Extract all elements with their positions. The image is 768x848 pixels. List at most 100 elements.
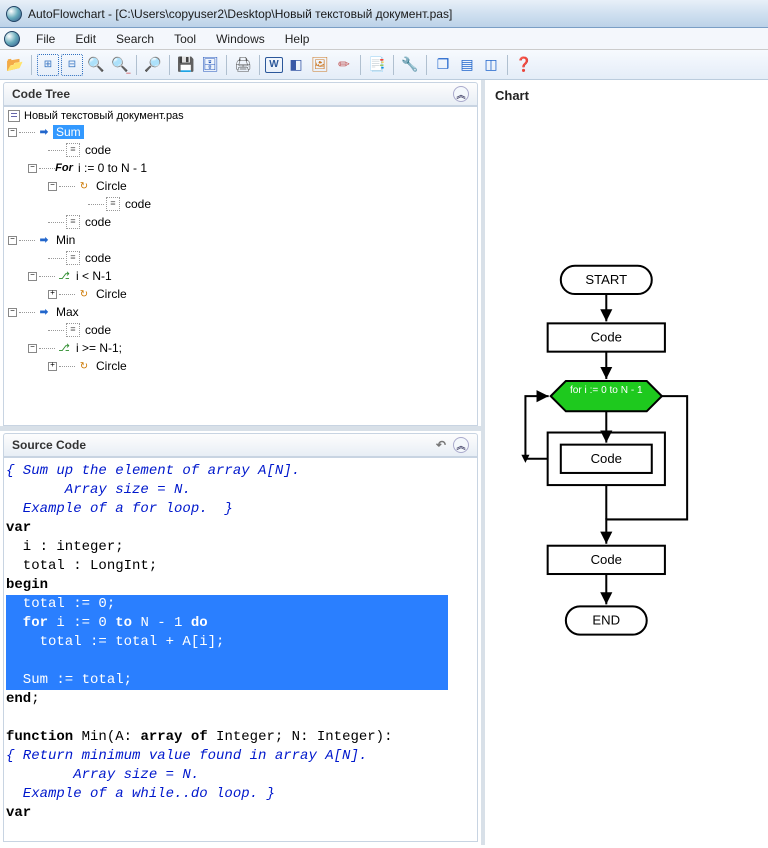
expander-icon[interactable]: + <box>48 290 57 299</box>
tree-node-for[interactable]: − For i := 0 to N - 1 <box>4 159 477 177</box>
chart-code3: Code <box>591 552 622 567</box>
open-button[interactable]: 📂 <box>4 54 26 76</box>
tree-label-ige: i >= N-1; <box>73 341 125 355</box>
src-line: Array size = N. <box>6 482 191 498</box>
expander-icon[interactable]: − <box>28 164 37 173</box>
layout-cascade-button[interactable]: ❐ <box>432 54 454 76</box>
tree-label-min: Min <box>53 233 78 247</box>
save-all-button[interactable]: 🗄 <box>199 54 221 76</box>
code-icon: ≡ <box>66 251 80 265</box>
expander-icon[interactable]: + <box>48 362 57 371</box>
main-area: Code Tree ︽ Новый текстовый документ.pas… <box>0 80 768 845</box>
menu-search[interactable]: Search <box>106 30 164 48</box>
code-tree[interactable]: Новый текстовый документ.pas − ➡ Sum ≡ c… <box>3 106 478 426</box>
menu-help[interactable]: Help <box>275 30 320 48</box>
selection-block: total := 0; for i := 0 to N - 1 do total… <box>6 595 448 690</box>
expander-icon[interactable]: − <box>8 308 17 317</box>
src-line: end <box>6 691 31 707</box>
export-svg-button[interactable]: ✏ <box>333 54 355 76</box>
tree-label-ilt: i < N-1 <box>73 269 115 283</box>
src-line: var <box>6 520 31 536</box>
menu-tool[interactable]: Tool <box>164 30 206 48</box>
tree-node-code3[interactable]: ≡ code <box>4 213 477 231</box>
tree-node-circle-max[interactable]: + ↻ Circle <box>4 357 477 375</box>
tree-label-max: Max <box>53 305 82 319</box>
src-line: { Return minimum value found in array A[… <box>6 748 367 764</box>
tree-node-code2[interactable]: ≡ code <box>4 195 477 213</box>
loop-icon: ↻ <box>77 179 91 193</box>
expander-icon[interactable]: − <box>8 128 17 137</box>
code-tree-title: Code Tree <box>12 87 70 101</box>
settings-button[interactable]: 🔧 <box>399 54 421 76</box>
export-word-button[interactable]: W <box>265 57 283 73</box>
function-icon: ➡ <box>37 125 51 139</box>
tree-label-circle-min: Circle <box>93 287 130 301</box>
help-button[interactable]: ❓ <box>513 54 535 76</box>
zoom-in-button[interactable]: 🔍 <box>85 54 107 76</box>
menu-windows[interactable]: Windows <box>206 30 275 48</box>
code-icon: ≡ <box>106 197 120 211</box>
source-code-panel: Source Code ↶ ︽ { Sum up the element of … <box>0 431 481 845</box>
tree-label-code3: code <box>82 215 114 229</box>
layout-tile-v-button[interactable]: ◫ <box>480 54 502 76</box>
find-button[interactable]: 🔎 <box>142 54 164 76</box>
save-button[interactable]: 💾 <box>175 54 197 76</box>
tree-node-ige[interactable]: − ⎇ i >= N-1; <box>4 339 477 357</box>
tree-label-code-min: code <box>82 251 114 265</box>
tree-node-sum[interactable]: − ➡ Sum <box>4 123 477 141</box>
export-xml-button[interactable]: 📑 <box>366 54 388 76</box>
expander-icon[interactable]: − <box>48 182 57 191</box>
collapse-all-button[interactable]: ⊟ <box>61 54 83 76</box>
chart-code1: Code <box>591 330 622 345</box>
window-title: AutoFlowchart - [C:\Users\copyuser2\Desk… <box>28 7 452 21</box>
loop-icon: ↻ <box>77 287 91 301</box>
src-line: Array size = N. <box>6 767 199 783</box>
left-pane: Code Tree ︽ Новый текстовый документ.pas… <box>0 80 485 845</box>
source-code-header: Source Code ↶ ︽ <box>3 433 478 457</box>
chart-code2: Code <box>591 451 622 466</box>
expander-icon[interactable]: − <box>28 272 37 281</box>
tree-label-sum: Sum <box>53 125 84 139</box>
window-titlebar: AutoFlowchart - [C:\Users\copyuser2\Desk… <box>0 0 768 28</box>
layout-tile-h-button[interactable]: ▤ <box>456 54 478 76</box>
undo-icon[interactable]: ↶ <box>433 437 449 453</box>
flowchart-canvas[interactable]: START Code for i := 0 to N - 1 Code <box>485 111 768 845</box>
tree-root-label: Новый текстовый документ.pas <box>24 110 184 122</box>
app-icon-small <box>4 31 20 47</box>
tree-node-code[interactable]: ≡ code <box>4 141 477 159</box>
branch-icon: ⎇ <box>57 269 71 283</box>
tree-root[interactable]: Новый текстовый документ.pas <box>4 109 477 123</box>
tree-node-circle[interactable]: − ↻ Circle <box>4 177 477 195</box>
source-editor[interactable]: { Sum up the element of array A[N]. Arra… <box>3 457 478 842</box>
menu-file[interactable]: File <box>26 30 65 48</box>
code-icon: ≡ <box>66 143 80 157</box>
collapse-icon[interactable]: ︽ <box>453 437 469 453</box>
code-icon: ≡ <box>66 215 80 229</box>
export-visio-button[interactable]: ◧ <box>285 54 307 76</box>
export-image-button[interactable]: 🖼 <box>309 54 331 76</box>
loop-icon: ↻ <box>77 359 91 373</box>
src-line: i : integer; <box>6 539 124 555</box>
tree-node-code-max[interactable]: ≡ code <box>4 321 477 339</box>
tree-label-code: code <box>82 143 114 157</box>
collapse-icon[interactable]: ︽ <box>453 86 469 102</box>
zoom-out-button[interactable]: 🔍− <box>109 54 131 76</box>
expander-icon[interactable]: − <box>8 236 17 245</box>
tree-node-min[interactable]: − ➡ Min <box>4 231 477 249</box>
tree-node-code-min[interactable]: ≡ code <box>4 249 477 267</box>
expand-all-button[interactable]: ⊞ <box>37 54 59 76</box>
code-icon: ≡ <box>66 323 80 337</box>
code-tree-header: Code Tree ︽ <box>3 82 478 106</box>
expander-icon[interactable]: − <box>28 344 37 353</box>
tree-node-max[interactable]: − ➡ Max <box>4 303 477 321</box>
for-icon: For <box>57 161 71 175</box>
tree-label-circle: Circle <box>93 179 130 193</box>
tree-node-ilt[interactable]: − ⎇ i < N-1 <box>4 267 477 285</box>
function-icon: ➡ <box>37 305 51 319</box>
chart-end: END <box>592 613 620 628</box>
menu-edit[interactable]: Edit <box>65 30 106 48</box>
print-button[interactable]: 🖨 <box>232 54 254 76</box>
toolbar: 📂 ⊞ ⊟ 🔍 🔍− 🔎 💾 🗄 🖨 W ◧ 🖼 ✏ 📑 🔧 ❐ ▤ ◫ ❓ <box>0 50 768 80</box>
chart-loop: for i := 0 to N - 1 <box>570 385 643 396</box>
tree-node-circle-min[interactable]: + ↻ Circle <box>4 285 477 303</box>
